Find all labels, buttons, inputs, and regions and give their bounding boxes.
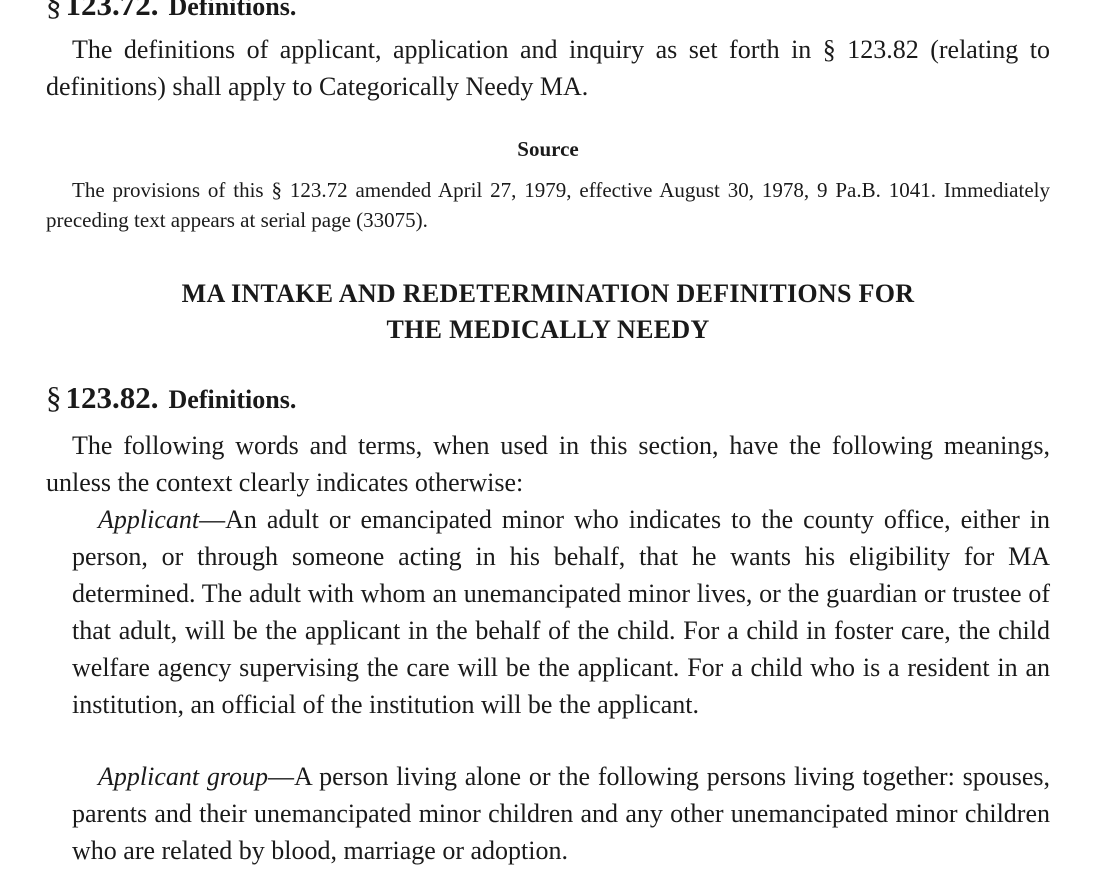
section-symbol: § [46,0,62,22]
definition-dash: — [199,505,226,534]
section-123-72-heading: § 123.72. Definitions. [46,0,296,23]
definition-applicant: Applicant—An adult or emancipated minor … [72,501,1050,723]
definition-dash: — [268,762,295,791]
section-number: 123.82. [65,380,159,415]
section-123-82-heading: § 123.82. Definitions. [46,380,296,416]
definition-term: Applicant group [98,762,269,791]
section-123-82-intro: The following words and terms, when used… [46,431,1050,497]
chapter-heading-line-1: MA INTAKE AND REDETERMINATION DEFINITION… [181,279,915,308]
chapter-heading-line-2: THE MEDICALLY NEEDY [386,315,710,344]
definition-term: Applicant [98,505,200,534]
section-123-72-body: The definitions of applicant, applicatio… [46,35,1050,101]
definition-applicant-group: Applicant group—A person living alone or… [72,758,1050,869]
section-title: Definitions. [168,385,297,414]
source-text: The provisions of this § 123.72 amended … [46,178,1050,232]
source-heading: Source [517,137,579,161]
section-symbol: § [46,380,62,415]
definition-text: An adult or emancipated minor who indica… [72,505,1050,719]
chapter-heading: MA INTAKE AND REDETERMINATION DEFINITION… [46,276,1050,348]
section-number: 123.72. [65,0,159,22]
section-title: Definitions. [168,0,297,21]
